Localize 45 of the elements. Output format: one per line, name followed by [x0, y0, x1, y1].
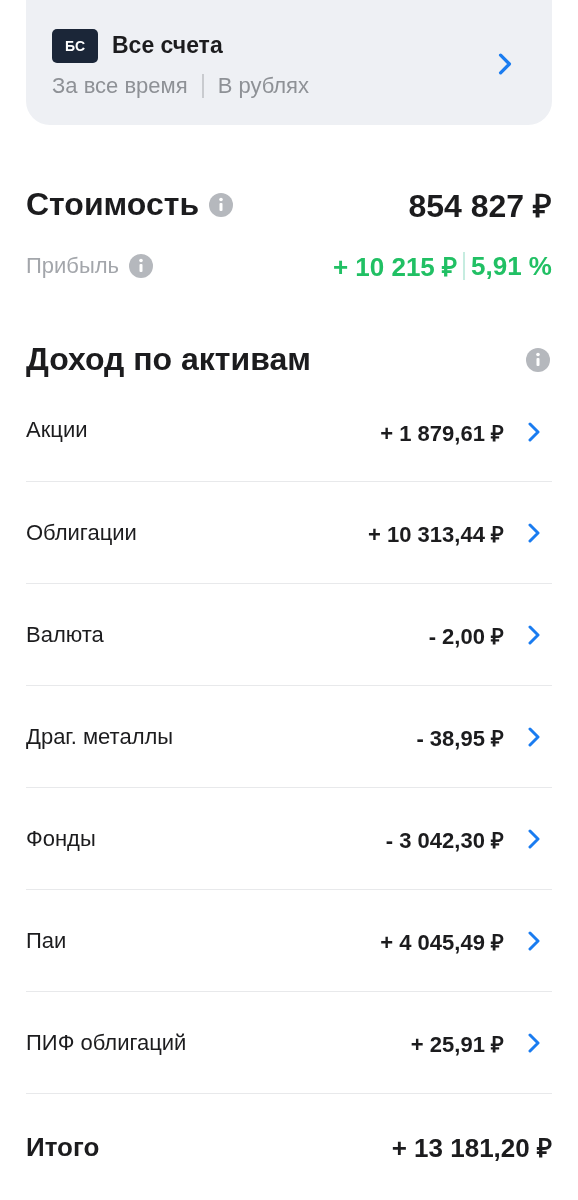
chevron-right-icon [528, 624, 540, 645]
info-icon[interactable] [129, 254, 154, 278]
asset-income: + 4 045,49 ₽ [380, 928, 504, 956]
asset-row[interactable]: Валюта - 2,00 ₽ [26, 584, 552, 686]
info-icon[interactable] [526, 347, 550, 372]
account-card[interactable]: БС Все счета За все время В рублях [26, 0, 552, 125]
period-label: За все время [52, 72, 188, 99]
asset-label: Фонды [26, 825, 96, 852]
profit-label: Прибыль [26, 253, 120, 279]
asset-row[interactable]: Акции + 1 879,61 ₽ [26, 400, 552, 482]
asset-income: - 2,00 ₽ [428, 622, 504, 650]
profit-percent: 5,91 % [471, 250, 552, 282]
asset-income: + 1 879,61 ₽ [380, 420, 504, 447]
asset-label: ПИФ облигаций [26, 1029, 187, 1056]
chevron-right-icon [528, 422, 540, 442]
asset-row[interactable]: Паи + 4 045,49 ₽ [26, 890, 552, 992]
asset-row[interactable]: Фонды - 3 042,30 ₽ [26, 788, 552, 890]
asset-label: Драг. металлы [26, 723, 174, 750]
total-amount: + 13 181,20 ₽ [391, 1132, 552, 1165]
value-amount: 854 827 ₽ [408, 187, 552, 226]
asset-income: - 38,95 ₽ [416, 724, 504, 752]
chevron-right-icon [528, 930, 540, 951]
chevron-right-icon [528, 828, 540, 849]
asset-label: Облигации [26, 519, 137, 546]
asset-income: + 10 313,44 ₽ [368, 520, 504, 548]
profit-amount: + 10 215 ₽ [332, 251, 458, 284]
asset-income: - 3 042,30 ₽ [385, 826, 504, 854]
total-label: Итого [26, 1131, 100, 1163]
asset-label: Акции [26, 417, 88, 443]
chevron-right-icon [528, 1032, 540, 1053]
chevron-right-icon [528, 522, 540, 543]
chevron-right-icon [498, 52, 512, 75]
asset-row[interactable]: Драг. металлы - 38,95 ₽ [26, 686, 552, 788]
chevron-right-icon [528, 726, 540, 747]
asset-row[interactable]: Облигации + 10 313,44 ₽ [26, 482, 552, 584]
asset-label: Валюта [26, 621, 104, 648]
account-title: Все счета [112, 32, 223, 59]
value-label: Стоимость [26, 186, 200, 223]
account-badge: БС [52, 28, 98, 63]
info-icon[interactable] [209, 192, 234, 217]
section-title: Доход по активам [26, 341, 311, 378]
asset-income: + 25,91 ₽ [410, 1030, 504, 1058]
asset-row[interactable]: ПИФ облигаций + 25,91 ₽ [26, 992, 552, 1094]
asset-label: Паи [26, 927, 67, 954]
currency-label: В рублях [217, 72, 309, 99]
